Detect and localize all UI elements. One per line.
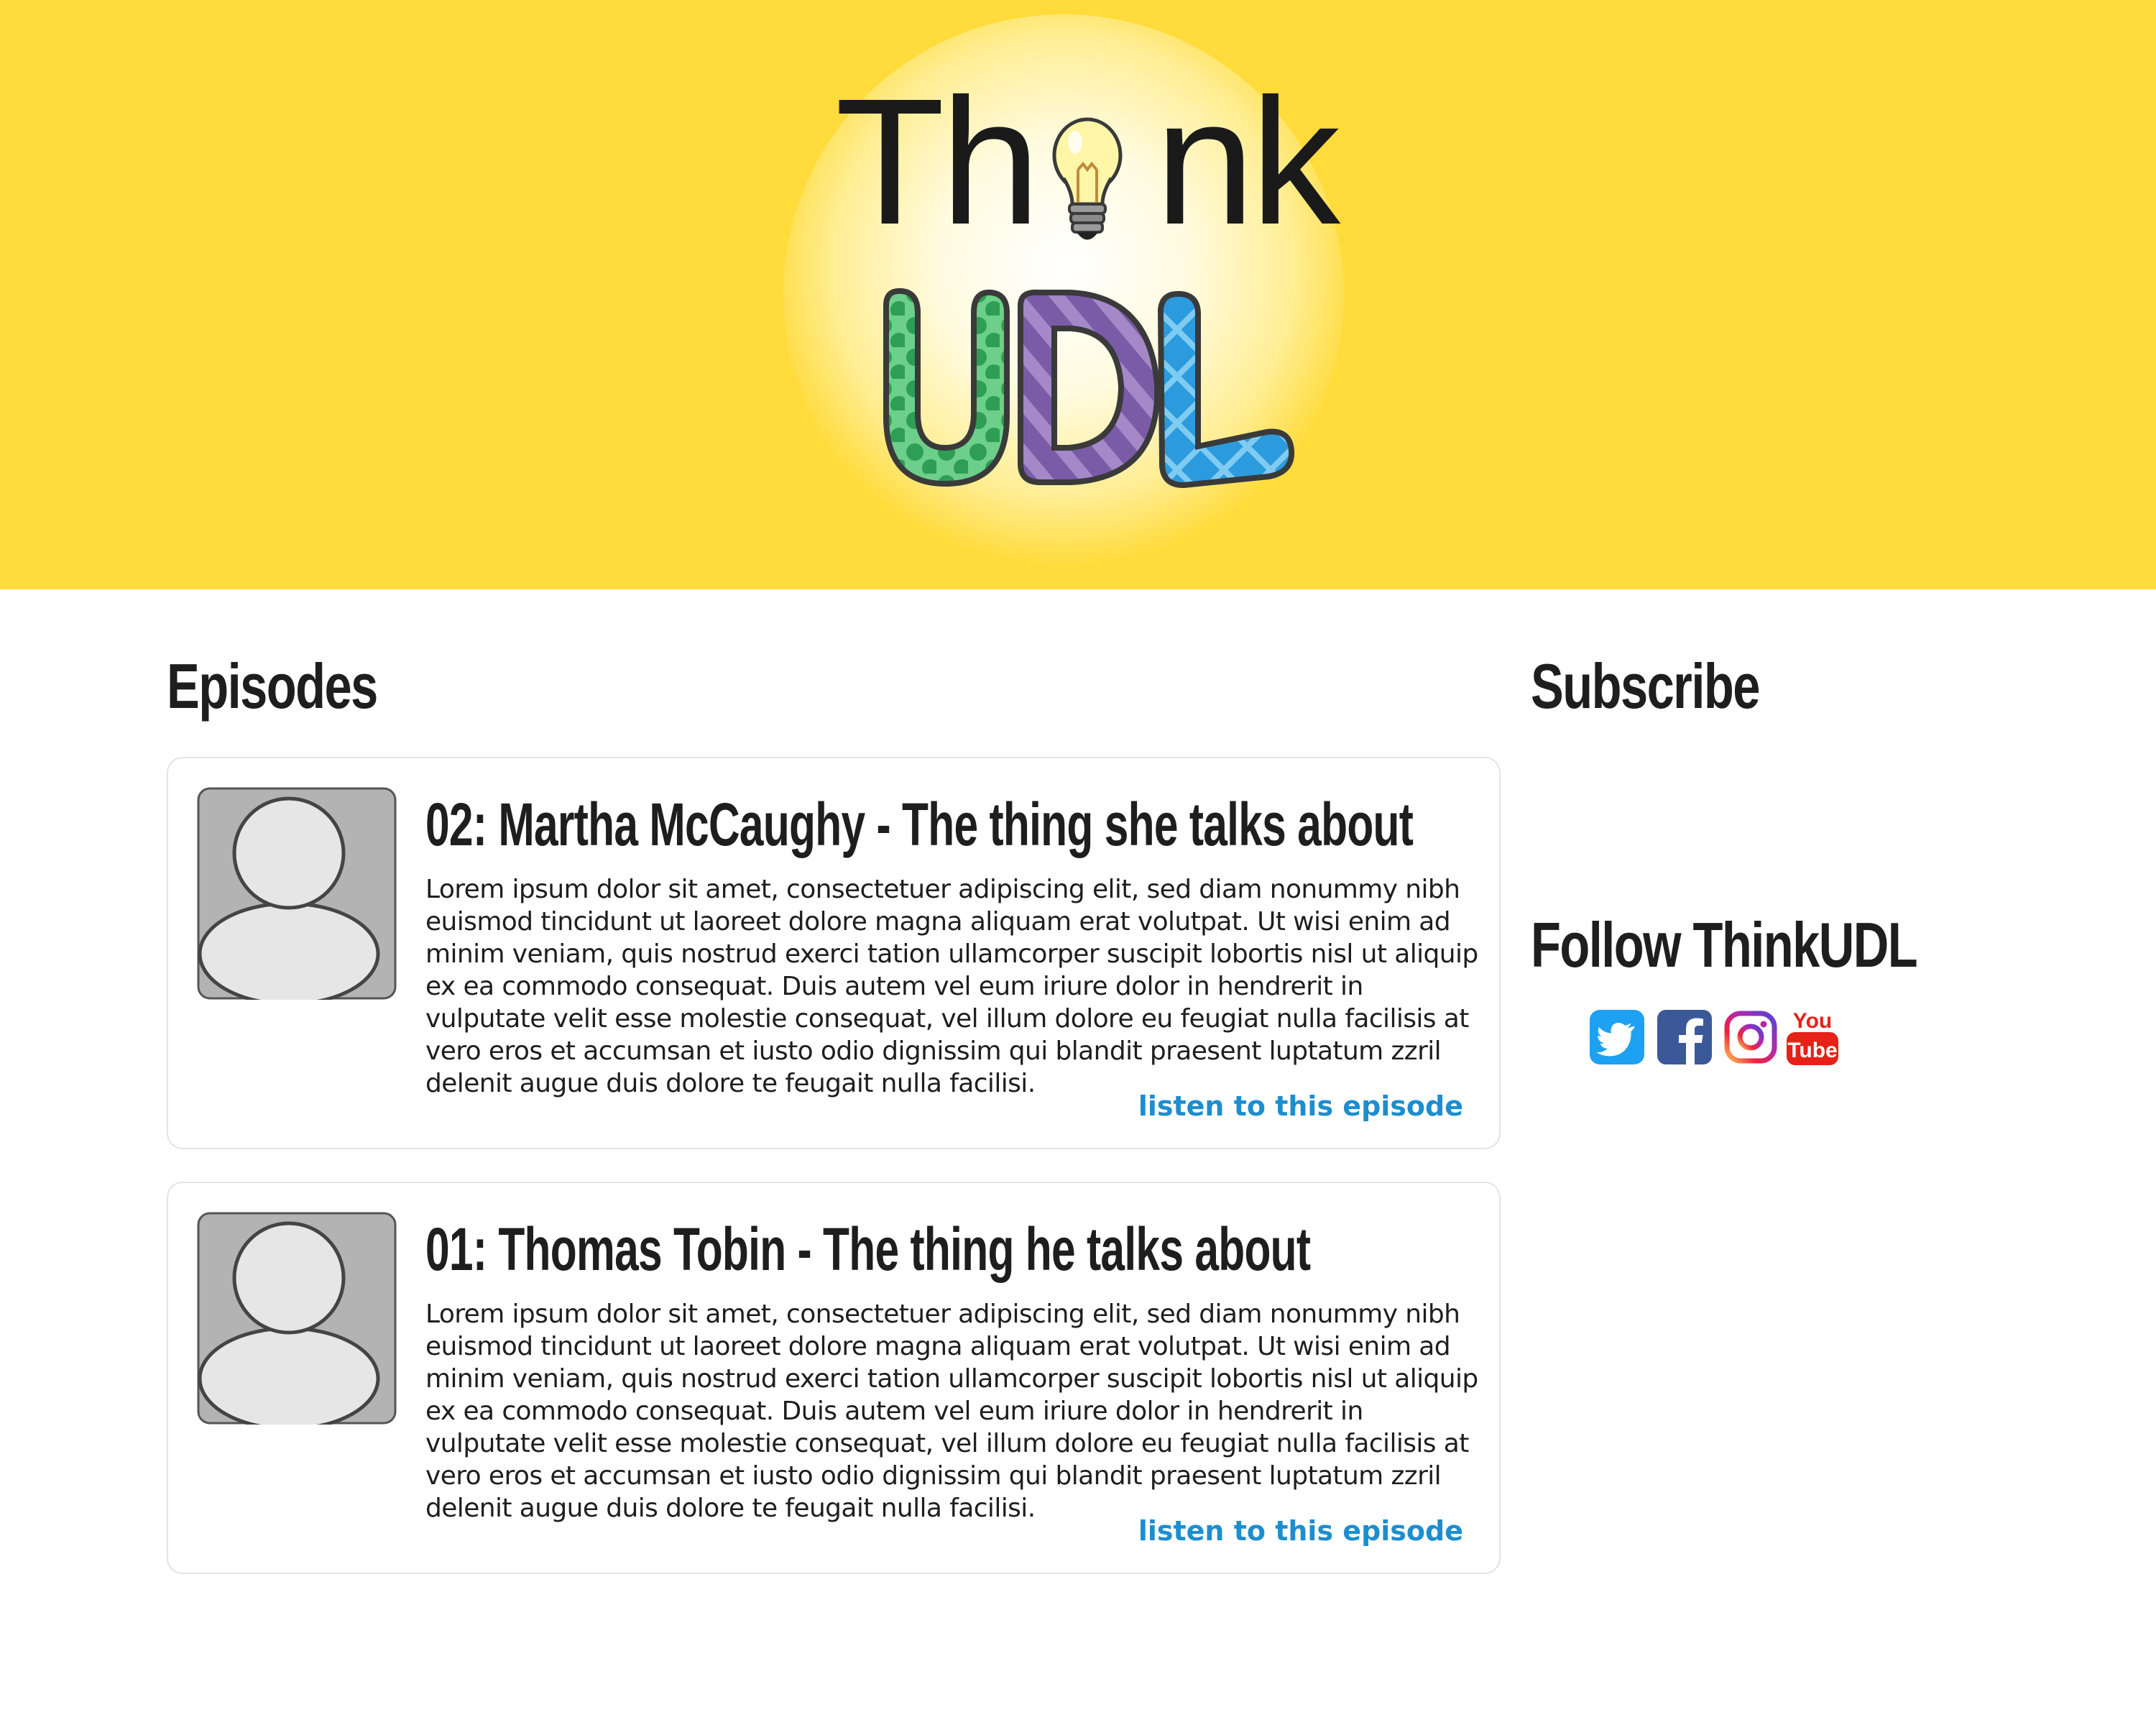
listen-episode-link[interactable]: listen to this episode — [1138, 1089, 1463, 1123]
episode-title[interactable]: 02: Martha McCaughy - The thing she talk… — [425, 788, 1414, 860]
episode-title[interactable]: 01: Thomas Tobin - The thing he talks ab… — [425, 1213, 1311, 1285]
episodes-heading: Episodes — [167, 650, 378, 722]
listen-episode-link[interactable]: listen to this episode — [1138, 1514, 1463, 1548]
episode-description: Lorem ipsum dolor sit amet, consectetuer… — [425, 1300, 1478, 1523]
logo-udl-letters — [883, 288, 1295, 489]
instagram-icon — [1724, 1011, 1777, 1064]
episode-card: 01: Thomas Tobin - The thing he talks ab… — [167, 1182, 1501, 1574]
youtube-label-bottom: Tube — [1787, 1039, 1837, 1062]
site-logo[interactable]: Th nk — [0, 0, 2156, 589]
twitter-icon — [1590, 1010, 1644, 1064]
logo-text-part-2: nk — [1155, 61, 1340, 262]
facebook-icon — [1657, 1010, 1712, 1064]
avatar-placeholder-icon — [197, 787, 397, 1000]
episode-description: Lorem ipsum dolor sit amet, consectetuer… — [425, 875, 1478, 1098]
youtube-label-top: You — [1793, 1009, 1832, 1033]
follow-heading: Follow ThinkUDL — [1531, 909, 1918, 980]
facebook-link[interactable] — [1657, 1010, 1712, 1064]
subscribe-heading: Subscribe — [1531, 650, 1760, 722]
youtube-link[interactable]: You Tube — [1785, 1006, 1840, 1068]
lightbulb-icon — [1052, 117, 1123, 240]
avatar-placeholder-icon — [197, 1212, 397, 1425]
episode-card: 02: Martha McCaughy - The thing she talk… — [167, 757, 1501, 1149]
twitter-link[interactable] — [1590, 1010, 1644, 1064]
logo-text-part-1: Th — [835, 61, 1041, 262]
youtube-icon: You Tube — [1787, 1009, 1838, 1065]
header-banner: Th nk — [0, 0, 2156, 589]
instagram-link[interactable] — [1723, 1010, 1778, 1064]
